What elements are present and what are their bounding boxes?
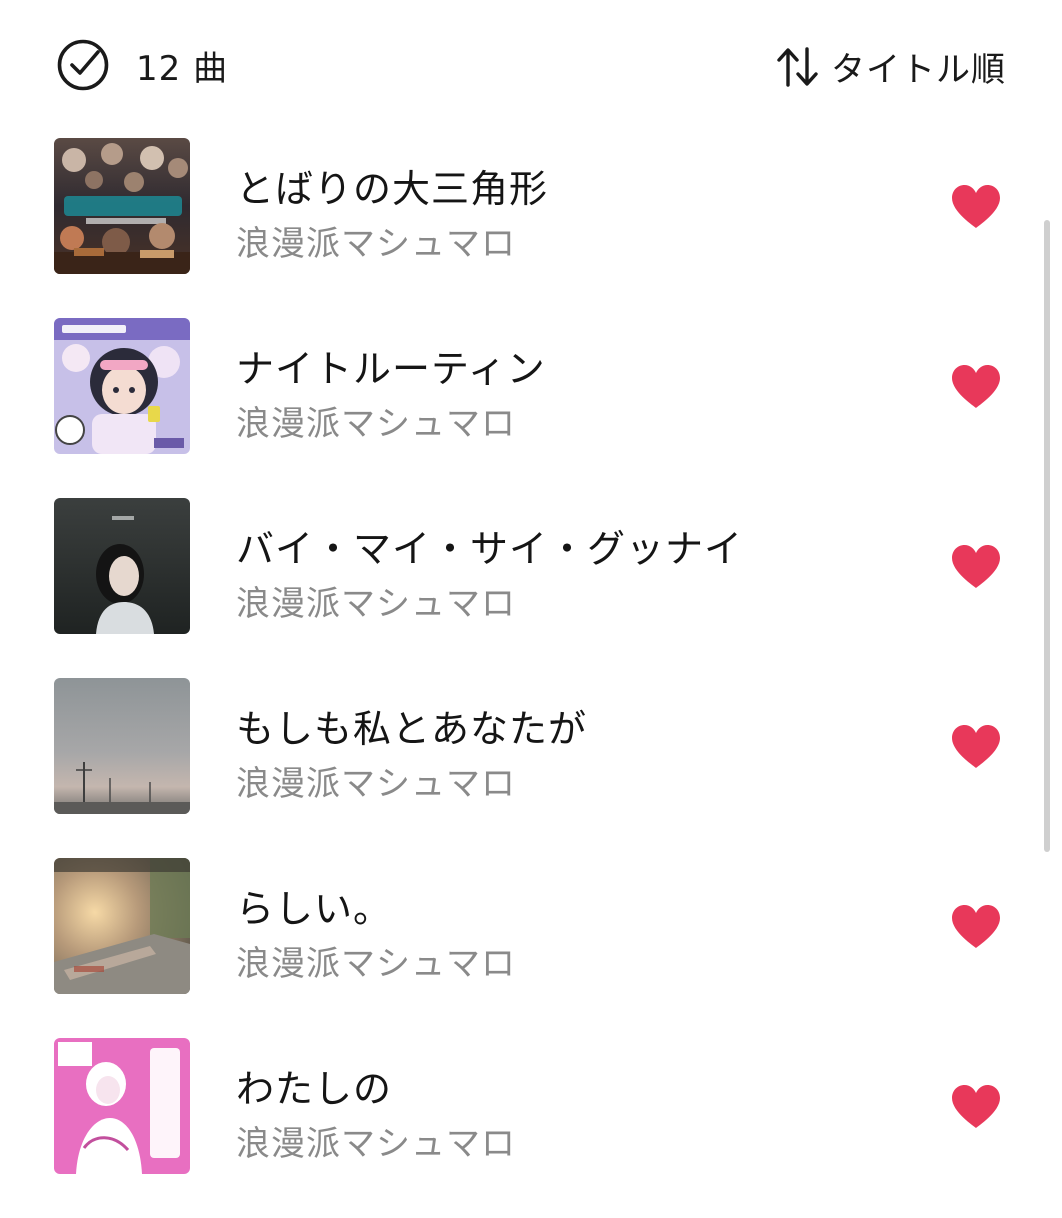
sort-button[interactable]: タイトル順 [775,42,1006,91]
song-artist: 浪漫派マシュマロ [236,944,516,984]
heart-icon[interactable] [950,1084,1002,1130]
song-title: とばりの大三角形 [236,167,549,211]
song-row[interactable]: わたしの 浪漫派マシュマロ [0,1038,1040,1218]
song-artist: 浪漫派マシュマロ [236,404,516,444]
song-title: ナイトルーティン [236,347,546,391]
song-list: とばりの大三角形 浪漫派マシュマロ ナイトルーティン 浪漫派マシュマロ バイ・マ… [0,138,1062,1218]
song-title: わたしの [236,1067,393,1111]
list-header: 12 曲 タイトル順 [0,0,1062,130]
song-row[interactable]: ナイトルーティン 浪漫派マシュマロ [0,318,1040,498]
album-art [54,678,190,814]
album-art [54,498,190,634]
song-title: らしい。 [236,887,393,931]
song-artist: 浪漫派マシュマロ [236,584,516,624]
song-row[interactable]: らしい。 浪漫派マシュマロ [0,858,1040,1038]
song-artist: 浪漫派マシュマロ [236,764,516,804]
heart-icon[interactable] [950,544,1002,590]
album-art [54,858,190,994]
song-title: バイ・マイ・サイ・グッナイ [236,527,744,571]
album-art [54,1038,190,1174]
heart-icon[interactable] [950,184,1002,230]
heart-icon[interactable] [950,364,1002,410]
song-row[interactable]: もしも私とあなたが 浪漫派マシュマロ [0,678,1040,858]
song-row[interactable]: とばりの大三角形 浪漫派マシュマロ [0,138,1040,318]
album-art [54,138,190,274]
sort-arrows-icon [775,45,831,89]
song-artist: 浪漫派マシュマロ [236,224,516,264]
sort-label: タイトル順 [831,50,1006,90]
heart-icon[interactable] [950,904,1002,950]
song-artist: 浪漫派マシュマロ [236,1124,516,1164]
select-all-button[interactable]: 12 曲 [56,38,228,92]
heart-icon[interactable] [950,724,1002,770]
album-art [54,318,190,454]
song-row[interactable]: バイ・マイ・サイ・グッナイ 浪漫派マシュマロ [0,498,1040,678]
check-circle-icon [56,38,110,92]
song-count: 12 曲 [136,48,229,89]
song-title: もしも私とあなたが [236,707,588,751]
scrollbar[interactable] [1044,220,1050,852]
